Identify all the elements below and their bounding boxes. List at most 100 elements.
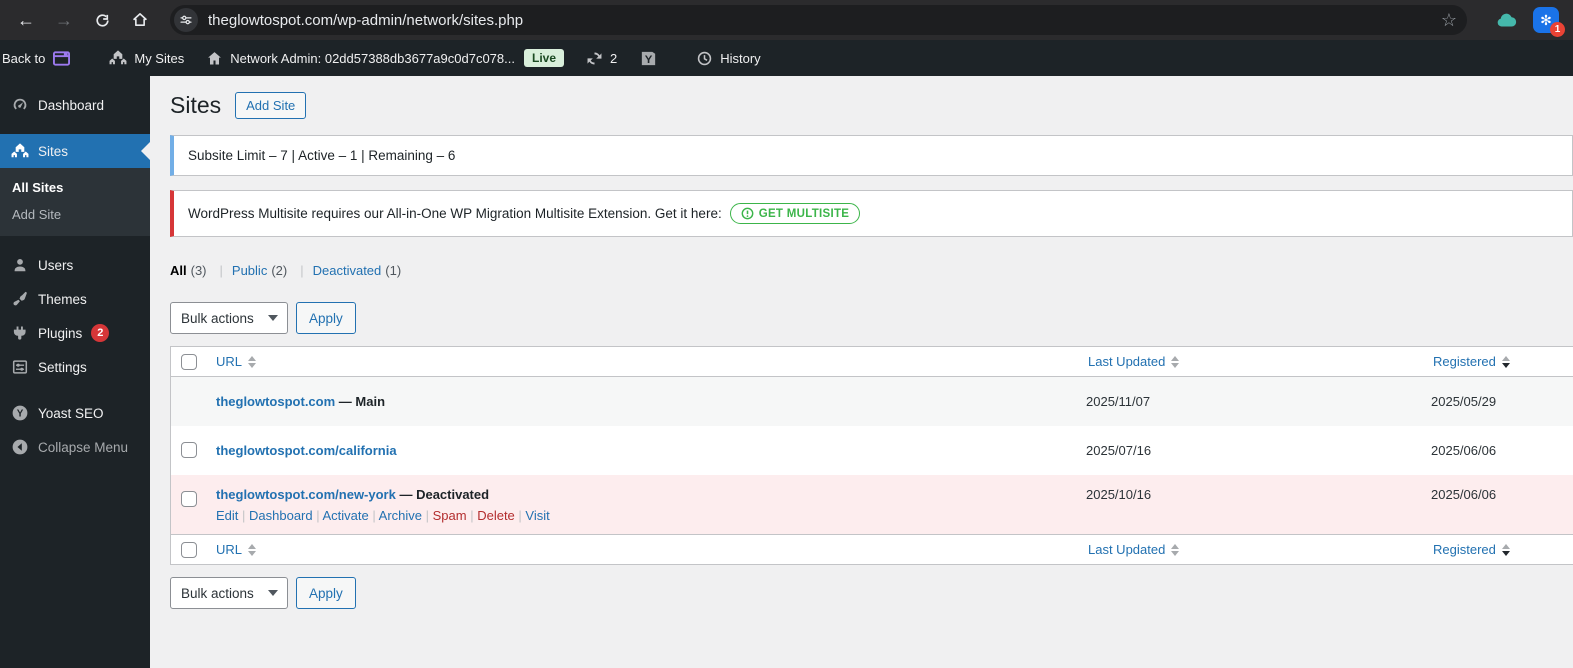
site-settings-icon[interactable] — [174, 8, 198, 32]
browser-home-icon[interactable] — [124, 4, 156, 36]
admin-bar-yoast[interactable]: Y — [628, 40, 669, 76]
apply-button[interactable]: Apply — [296, 302, 356, 334]
admin-bar-updates[interactable]: 2 — [575, 40, 628, 76]
sidebar-item-settings[interactable]: Settings — [0, 350, 150, 384]
get-multisite-button[interactable]: GET MULTISITE — [729, 203, 861, 224]
sidebar-item-dashboard[interactable]: Dashboard — [0, 88, 150, 122]
sites-icon — [10, 142, 29, 161]
browser-profile-avatar[interactable]: ✻ 1 — [1533, 7, 1565, 37]
url-text[interactable]: theglowtospot.com/wp-admin/network/sites… — [208, 12, 1441, 29]
live-badge: Live — [523, 49, 564, 67]
dashboard-icon — [10, 96, 29, 115]
sidebar-label: Settings — [38, 359, 87, 375]
address-bar[interactable]: theglowtospot.com/wp-admin/network/sites… — [170, 5, 1467, 35]
bookmark-star-icon[interactable]: ☆ — [1441, 10, 1457, 31]
browser-forward-icon[interactable]: → — [48, 4, 80, 36]
row-checkbox[interactable] — [181, 442, 197, 458]
bulk-actions-top: Bulk actions Apply — [170, 302, 1573, 334]
column-label: Last Updated — [1088, 354, 1166, 369]
apply-button[interactable]: Apply — [296, 577, 356, 609]
column-label: URL — [216, 354, 243, 369]
filter-deactivated[interactable]: Deactivated (1) — [313, 263, 402, 278]
add-site-button[interactable]: Add Site — [235, 92, 307, 119]
cloud-extension-icon[interactable] — [1495, 11, 1517, 29]
admin-sidebar: Dashboard Sites All Sites Add Site Users… — [0, 76, 150, 668]
sidebar-item-all-sites[interactable]: All Sites — [0, 174, 150, 201]
site-status-suffix: — Deactivated — [399, 487, 490, 502]
exclamation-circle-icon — [741, 207, 754, 220]
wp-admin-bar: Back to My Sites Network Admin: 02dd5738… — [0, 40, 1573, 76]
column-label: Registered — [1433, 542, 1496, 557]
sites-submenu: All Sites Add Site — [0, 168, 150, 236]
action-archive[interactable]: Archive — [379, 508, 433, 523]
sort-icon — [1171, 543, 1180, 556]
admin-bar-network-admin[interactable]: Network Admin: 02dd57388db3677a9c0d7c078… — [195, 40, 575, 76]
last-updated-cell: 2025/10/16 — [1086, 487, 1152, 502]
admin-bar-my-sites[interactable]: My Sites — [98, 40, 195, 76]
sidebar-item-plugins[interactable]: Plugins 2 — [0, 316, 150, 350]
registered-cell: 2025/06/06 — [1431, 443, 1497, 458]
last-updated-cell: 2025/11/07 — [1086, 394, 1151, 409]
sidebar-item-yoast-seo[interactable]: Y Yoast SEO — [0, 396, 150, 430]
admin-bar-history[interactable]: History — [685, 40, 771, 76]
filter-public[interactable]: Public (2) — [232, 263, 313, 278]
plugins-icon — [10, 324, 29, 343]
row-actions: EditDashboardActivateArchiveSpamDeleteVi… — [216, 508, 1068, 523]
column-header-url[interactable]: URL — [206, 347, 1078, 376]
history-label: History — [720, 50, 761, 66]
sort-desc-icon — [1501, 355, 1510, 368]
view-filters: All (3) Public (2) Deactivated (1) — [170, 263, 1573, 278]
home-icon — [208, 51, 222, 64]
subsite-limit-text: Subsite Limit – 7 | Active – 1 | Remaini… — [188, 148, 456, 163]
select-all-checkbox[interactable] — [181, 542, 197, 558]
tune-icon — [180, 15, 192, 25]
site-link[interactable]: theglowtospot.com — [216, 394, 335, 409]
row-checkbox[interactable] — [181, 491, 197, 507]
browser-reload-icon[interactable] — [86, 4, 118, 36]
svg-text:Y: Y — [16, 409, 23, 420]
select-all-checkbox[interactable] — [181, 354, 197, 370]
cloud-icon — [1497, 13, 1517, 27]
bulk-actions-select[interactable]: Bulk actions — [170, 577, 288, 609]
filter-all[interactable]: All (3) — [170, 263, 232, 278]
column-footer-last-updated[interactable]: Last Updated — [1078, 535, 1423, 564]
sidebar-item-collapse-menu[interactable]: Collapse Menu — [0, 430, 150, 464]
sidebar-item-themes[interactable]: Themes — [0, 282, 150, 316]
themes-icon — [10, 290, 29, 309]
site-link[interactable]: theglowtospot.com/california — [216, 443, 397, 458]
subsite-limit-notice: Subsite Limit – 7 | Active – 1 | Remaini… — [170, 135, 1573, 176]
chevron-down-icon — [268, 315, 278, 321]
filter-count: (1) — [385, 263, 402, 278]
users-icon — [10, 256, 29, 275]
column-footer-registered[interactable]: Registered — [1423, 535, 1573, 564]
yoast-icon: Y — [642, 51, 656, 65]
admin-bar-back-to[interactable]: Back to — [0, 40, 82, 76]
column-footer-url[interactable]: URL — [206, 535, 1078, 564]
sort-icon — [248, 543, 257, 556]
sidebar-item-sites[interactable]: Sites — [0, 134, 150, 168]
action-delete[interactable]: Delete — [477, 508, 525, 523]
sidebar-label: Sites — [38, 143, 69, 159]
action-activate[interactable]: Activate — [323, 508, 379, 523]
sort-desc-icon — [1501, 543, 1510, 556]
bulk-actions-value: Bulk actions — [181, 585, 254, 601]
action-spam[interactable]: Spam — [433, 508, 478, 523]
table-row: theglowtospot.com/california 2025/07/16 … — [171, 426, 1573, 475]
site-link[interactable]: theglowtospot.com/new-york — [216, 487, 396, 502]
update-count: 2 — [610, 50, 618, 66]
action-edit[interactable]: Edit — [216, 508, 249, 523]
column-header-registered[interactable]: Registered — [1423, 347, 1573, 376]
browser-back-icon[interactable]: ← — [10, 4, 42, 36]
registered-cell: 2025/06/06 — [1431, 487, 1497, 502]
action-visit[interactable]: Visit — [525, 508, 549, 523]
bulk-actions-value: Bulk actions — [181, 310, 254, 326]
chevron-down-icon — [268, 590, 278, 596]
row-checkbox-cell — [171, 475, 206, 510]
browser-toolbar: ← → theglowtospot.com/wp-admin/network/s… — [0, 0, 1573, 40]
sidebar-item-add-site[interactable]: Add Site — [0, 201, 150, 228]
main-content: Sites Add Site Subsite Limit – 7 | Activ… — [150, 76, 1573, 668]
sidebar-item-users[interactable]: Users — [0, 248, 150, 282]
bulk-actions-select[interactable]: Bulk actions — [170, 302, 288, 334]
action-dashboard[interactable]: Dashboard — [249, 508, 323, 523]
column-header-last-updated[interactable]: Last Updated — [1078, 347, 1423, 376]
